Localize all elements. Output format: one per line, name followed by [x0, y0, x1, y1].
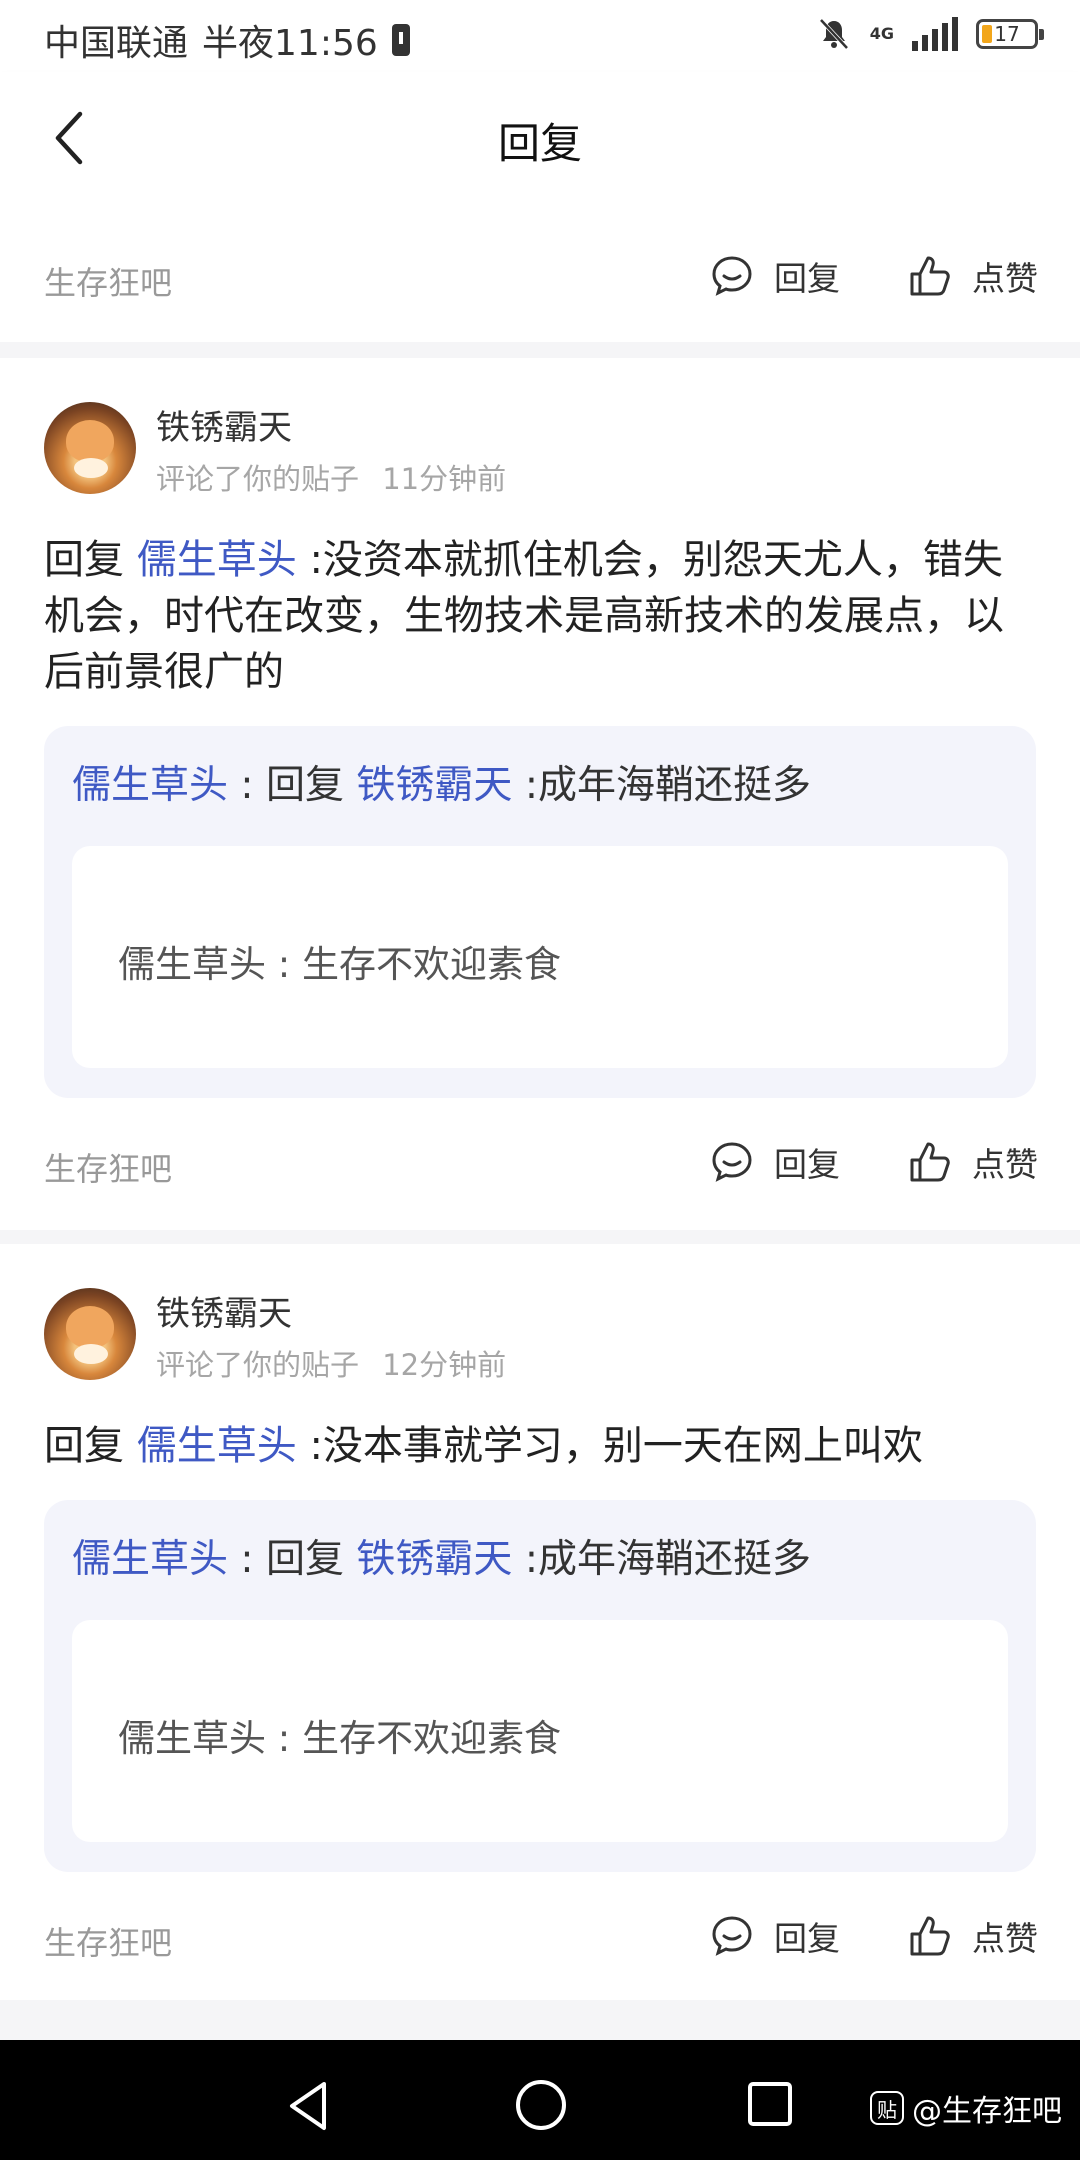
top-card: 生存狂吧 回复 点赞 [0, 206, 1080, 342]
quote-text: :成年海鞘还挺多 [524, 1537, 811, 1582]
reply-button[interactable]: 回复 [710, 1138, 840, 1186]
original-content: : 生存不欢迎素食 [266, 1717, 561, 1760]
like-label: 点赞 [972, 1919, 1038, 1958]
quoted-comment[interactable]: 儒生草头 : 回复 铁锈霸天 :成年海鞘还挺多 儒生草头 : 生存不欢迎素食 [44, 726, 1036, 1098]
notification-card: 铁锈霸天 评论了你的贴子 12分钟前 回复 儒生草头 :没本事就学习，别一天在网… [0, 1244, 1080, 2000]
quote-target-link[interactable]: 铁锈霸天 [356, 763, 512, 808]
time-label: 半夜11:56 [202, 23, 378, 64]
forum-link[interactable]: 生存狂吧 [44, 1918, 172, 1964]
username[interactable]: 铁锈霸天 [156, 400, 292, 449]
carrier-label: 中国联通 [44, 23, 189, 64]
status-left: 中国联通 半夜11:56 [44, 14, 410, 66]
original-author: 儒生草头 [118, 1717, 266, 1760]
original-post-box[interactable]: 儒生草头 : 生存不欢迎素食 [72, 846, 1008, 1068]
reply-label: 回复 [774, 1145, 840, 1184]
page-title: 回复 [497, 119, 582, 168]
notification-meta: 评论了你的贴子 12分钟前 [156, 1342, 506, 1384]
reply-prefix: 回复 [44, 1423, 124, 1469]
bell-off-icon [819, 18, 849, 50]
status-right: 4G 17 [816, 16, 1044, 52]
network-type: 4G [869, 24, 894, 43]
header: 回复 [0, 72, 1080, 206]
like-label: 点赞 [972, 1145, 1038, 1184]
forum-link[interactable]: 生存狂吧 [44, 258, 172, 304]
comment-icon [712, 256, 752, 296]
reply-target-link[interactable]: 儒生草头 [137, 1423, 297, 1469]
nav-back-icon[interactable] [286, 2080, 330, 2132]
quote-reply-word: 回复 [265, 1537, 344, 1582]
quote-target-link[interactable]: 铁锈霸天 [356, 1537, 512, 1582]
reply-label: 回复 [774, 259, 840, 298]
watermark: 贴 @生存狂吧 [870, 2086, 1062, 2130]
battery-level: 17 [994, 22, 1020, 46]
system-nav-bar: 贴 @生存狂吧 [0, 2040, 1080, 2160]
reply-button[interactable]: 回复 [710, 252, 840, 300]
quote-line: 儒生草头 : 回复 铁锈霸天 :成年海鞘还挺多 [72, 754, 811, 810]
reply-text: :没本事就学习，别一天在网上叫欢 [309, 1423, 923, 1469]
original-post-text: 儒生草头 : 生存不欢迎素食 [118, 1708, 561, 1762]
quote-reply-word: 回复 [265, 763, 344, 808]
quote-author-link[interactable]: 儒生草头 [72, 763, 228, 808]
username[interactable]: 铁锈霸天 [156, 1286, 292, 1335]
thumbs-up-icon [910, 1142, 950, 1182]
reply-prefix: 回复 [44, 537, 124, 583]
reply-content[interactable]: 回复 儒生草头 :没本事就学习，别一天在网上叫欢 [44, 1418, 1034, 1474]
quote-sep: : [240, 1537, 254, 1582]
like-button[interactable]: 点赞 [908, 1138, 1038, 1186]
time-ago: 12分钟前 [382, 1348, 507, 1382]
avatar[interactable] [44, 402, 136, 494]
original-content: : 生存不欢迎素食 [266, 943, 561, 986]
meta-text: 评论了你的贴子 [156, 462, 360, 496]
status-bar: 中国联通 半夜11:56 4G 17 [0, 0, 1080, 72]
reply-button[interactable]: 回复 [710, 1912, 840, 1960]
thumbs-up-icon [910, 256, 950, 296]
nav-recents-icon[interactable] [746, 2080, 794, 2128]
original-author: 儒生草头 [118, 943, 266, 986]
like-button[interactable]: 点赞 [908, 1912, 1038, 1960]
like-label: 点赞 [972, 259, 1038, 298]
notification-card: 铁锈霸天 评论了你的贴子 11分钟前 回复 儒生草头 :没资本就抓住机会，别怨天… [0, 358, 1080, 1230]
meta-text: 评论了你的贴子 [156, 1348, 360, 1382]
comment-icon [712, 1916, 752, 1956]
quote-sep: : [240, 763, 254, 808]
battery-icon: 17 [976, 19, 1044, 49]
original-post-box[interactable]: 儒生草头 : 生存不欢迎素食 [72, 1620, 1008, 1842]
signal-icon [912, 17, 958, 51]
thumbs-up-icon [910, 1916, 950, 1956]
forum-link[interactable]: 生存狂吧 [44, 1144, 172, 1190]
reply-content[interactable]: 回复 儒生草头 :没资本就抓住机会，别怨天尤人，错失机会，时代在改变，生物技术是… [44, 532, 1034, 700]
quote-line: 儒生草头 : 回复 铁锈霸天 :成年海鞘还挺多 [72, 1528, 811, 1584]
nav-home-icon[interactable] [514, 2078, 568, 2132]
reply-target-link[interactable]: 儒生草头 [137, 537, 297, 583]
original-post-text: 儒生草头 : 生存不欢迎素食 [118, 934, 561, 988]
quoted-comment[interactable]: 儒生草头 : 回复 铁锈霸天 :成年海鞘还挺多 儒生草头 : 生存不欢迎素食 [44, 1500, 1036, 1872]
avatar[interactable] [44, 1288, 136, 1380]
notification-meta: 评论了你的贴子 11分钟前 [156, 456, 506, 498]
tieba-logo-icon: 贴 [870, 2091, 904, 2125]
quote-text: :成年海鞘还挺多 [524, 763, 811, 808]
watermark-text: @生存狂吧 [912, 2094, 1062, 2129]
quote-author-link[interactable]: 儒生草头 [72, 1537, 228, 1582]
time-ago: 11分钟前 [382, 462, 507, 496]
like-button[interactable]: 点赞 [908, 252, 1038, 300]
reply-label: 回复 [774, 1919, 840, 1958]
comment-icon [712, 1142, 752, 1182]
sim-icon [391, 24, 410, 56]
